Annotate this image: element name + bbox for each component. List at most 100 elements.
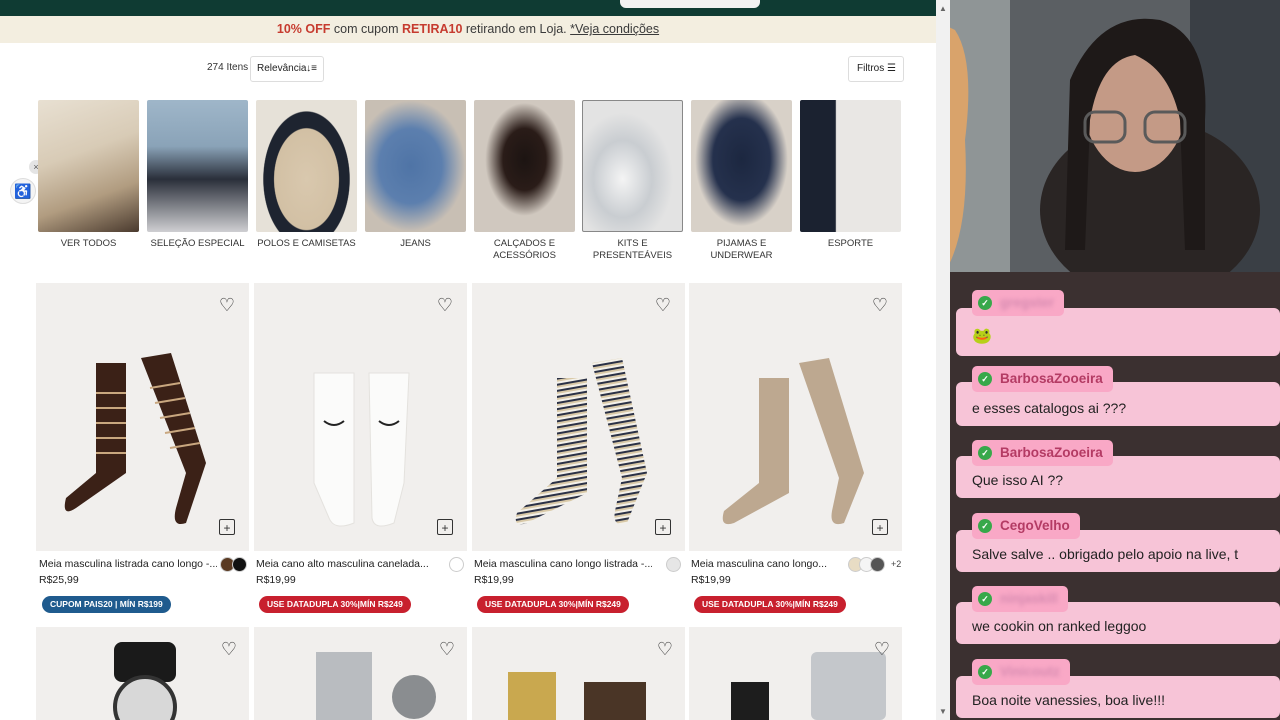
heart-icon[interactable]: ♡ — [874, 639, 890, 660]
product-card[interactable]: ♡ + — [254, 283, 467, 551]
category-selecao-especial[interactable]: SELEÇÃO ESPECIAL — [147, 100, 248, 250]
page-scrollbar[interactable]: ▲ ▼ — [936, 0, 950, 720]
sort-dropdown[interactable]: Relevância ↓≡ — [250, 56, 324, 82]
more-colors-count[interactable]: +2 — [891, 559, 901, 569]
category-polos-e-camisetas[interactable]: POLOS E CAMISETAS — [256, 100, 357, 250]
chat-username[interactable]: ✓ ninjaskill — [972, 586, 1068, 612]
color-swatch[interactable] — [449, 557, 464, 572]
category-ver-todos[interactable]: VER TODOS — [38, 100, 139, 250]
chat-panel: 🐸 ✓ gregster e esses catalogos ai ??? ✓ … — [950, 272, 1280, 720]
category-label: CALÇADOS E ACESSÓRIOS — [493, 238, 556, 261]
chat-username[interactable]: ✓ CegoVelho — [972, 513, 1080, 539]
product-price: R$19,99 — [474, 574, 514, 586]
category-kits-e-presenteaveis[interactable]: KITS E PRESENTEÁVEIS — [582, 100, 683, 262]
promo-conditions-link[interactable]: *Veja condições — [570, 22, 659, 36]
category-label: PIJAMAS E UNDERWEAR — [710, 238, 773, 261]
check-icon: ✓ — [978, 446, 992, 460]
chat-username-text: CegoVelho — [1000, 518, 1070, 533]
product-name[interactable]: Meia masculina cano longo listrada -... — [474, 558, 652, 570]
product-name[interactable]: Meia cano alto masculina canelada... — [256, 558, 434, 570]
coupon-badge: USE DATADUPLA 30%|MÍN R$249 — [694, 596, 846, 613]
shop-page: 10% OFF com cupom RETIRA10 retirando em … — [0, 0, 950, 720]
check-icon: ✓ — [978, 372, 992, 386]
heart-icon[interactable]: ♡ — [870, 295, 890, 315]
category-label: SELEÇÃO ESPECIAL — [150, 238, 245, 249]
check-icon: ✓ — [978, 519, 992, 533]
color-swatch[interactable] — [870, 557, 885, 572]
chat-message-text: we cookin on ranked leggoo — [972, 618, 1147, 634]
chat-message-text: Que isso AI ?? — [972, 472, 1064, 488]
scroll-down-icon[interactable]: ▼ — [939, 707, 947, 716]
webcam-image — [950, 0, 1280, 300]
chat-message-text: Salve salve .. obrigado pelo apoio na li… — [972, 546, 1239, 562]
add-to-bag-icon[interactable]: + — [437, 519, 453, 535]
product-price: R$25,99 — [39, 574, 79, 586]
category-pijamas-e-underwear[interactable]: PIJAMAS E UNDERWEAR — [691, 100, 792, 262]
category-label: KITS E PRESENTEÁVEIS — [592, 238, 673, 261]
category-label: JEANS — [400, 238, 431, 249]
product-image-brown-socks — [64, 353, 206, 524]
product-price: R$19,99 — [256, 574, 296, 586]
product-card[interactable]: ♡ + — [689, 283, 902, 551]
check-icon: ✓ — [978, 592, 992, 606]
category-jeans[interactable]: JEANS — [365, 100, 466, 250]
product-image-steel-watch — [316, 652, 436, 720]
accessibility-icon[interactable]: ♿ — [10, 178, 36, 204]
coupon-badge: USE DATADUPLA 30%|MÍN R$249 — [259, 596, 411, 613]
filters-icon: ☰ — [887, 63, 896, 74]
product-card[interactable]: ♡ — [36, 627, 249, 720]
chat-username[interactable]: ✓ BarbosaZooeira — [972, 366, 1113, 392]
chat-username[interactable]: ✓ gregster — [972, 290, 1065, 316]
check-icon: ✓ — [978, 296, 992, 310]
product-image-white-socks — [313, 372, 410, 527]
product-card[interactable]: ♡ + — [472, 283, 685, 551]
product-price: R$19,99 — [691, 574, 731, 586]
category-image — [691, 100, 792, 232]
filters-button[interactable]: Filtros ☰ — [848, 56, 904, 82]
product-name[interactable]: Meia masculina listrada cano longo -... — [39, 558, 217, 570]
category-label: POLOS E CAMISETAS — [257, 238, 356, 249]
product-image-beige-socks — [722, 358, 864, 525]
webcam-feed — [950, 0, 1280, 300]
heart-icon[interactable]: ♡ — [435, 295, 455, 315]
chat-username[interactable]: ✓ Vinicoutz — [972, 659, 1070, 685]
category-label: VER TODOS — [60, 238, 117, 249]
chat-message-text: Boa noite vanessies, boa live!!! — [972, 692, 1166, 708]
category-image — [800, 100, 901, 232]
product-card[interactable]: ♡ — [689, 627, 902, 720]
product-card[interactable]: ♡ — [254, 627, 467, 720]
sort-label: Relevância — [257, 63, 307, 74]
product-name[interactable]: Meia masculina cano longo... — [691, 558, 836, 570]
heart-icon[interactable]: ♡ — [217, 295, 237, 315]
scroll-up-icon[interactable]: ▲ — [939, 4, 947, 13]
product-card[interactable]: ♡ — [472, 627, 685, 720]
heart-icon[interactable]: ♡ — [657, 639, 673, 660]
heart-icon[interactable]: ♡ — [221, 639, 237, 660]
product-card[interactable]: ♡ + — [36, 283, 249, 551]
product-image-striped-socks — [515, 358, 647, 525]
check-icon: ✓ — [978, 665, 992, 679]
product-image-watch — [113, 642, 177, 720]
items-count: 274 Itens — [207, 62, 249, 73]
add-to-bag-icon[interactable]: + — [219, 519, 235, 535]
color-swatch[interactable] — [232, 557, 247, 572]
chat-username-text: BarbosaZooeira — [1000, 445, 1103, 460]
promo-banner: 10% OFF com cupom RETIRA10 retirando em … — [0, 16, 936, 43]
header-search-tab[interactable] — [620, 0, 760, 8]
add-to-bag-icon[interactable]: + — [872, 519, 888, 535]
color-swatch[interactable] — [666, 557, 681, 572]
category-calcados-e-acessorios[interactable]: CALÇADOS E ACESSÓRIOS — [474, 100, 575, 262]
chat-username-text: ninjaskill — [1000, 591, 1058, 606]
chat-username-text: gregster — [1000, 295, 1055, 310]
heart-icon[interactable]: ♡ — [439, 639, 455, 660]
promo-coupon: RETIRA10 — [401, 22, 463, 36]
product-image-gold-watch-wallet — [508, 672, 646, 720]
coupon-badge: USE DATADUPLA 30%|MÍN R$249 — [477, 596, 629, 613]
category-esporte[interactable]: ESPORTE — [800, 100, 901, 250]
add-to-bag-icon[interactable]: + — [655, 519, 671, 535]
heart-icon[interactable]: ♡ — [653, 295, 673, 315]
chat-username[interactable]: ✓ BarbosaZooeira — [972, 440, 1113, 466]
category-image — [147, 100, 248, 232]
emote-icon: 🐸 — [972, 328, 992, 345]
category-image — [256, 100, 357, 232]
